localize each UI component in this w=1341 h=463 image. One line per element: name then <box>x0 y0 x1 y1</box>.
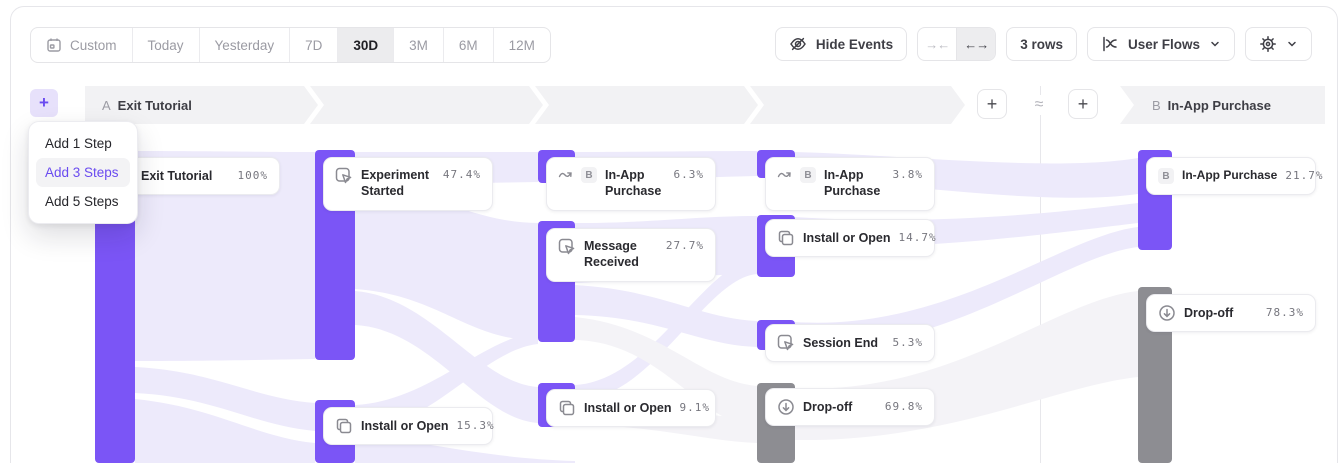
flow-node-card[interactable]: Install or Open 14.7% <box>765 219 935 257</box>
menu-item-add-1-step[interactable]: Add 1 Step <box>36 129 130 158</box>
flow-node-pct: 6.3% <box>674 167 705 184</box>
menu-item-add-3-steps[interactable]: Add 3 Steps <box>36 158 130 187</box>
flow-node-label: Experiment Started <box>361 167 435 200</box>
trend-arrow-icon <box>558 167 573 182</box>
flow-node-label: In-App Purchase <box>605 167 666 200</box>
flow-node-label: Install or Open <box>584 400 672 416</box>
flow-node-card[interactable]: Drop-off 78.3% <box>1146 294 1316 332</box>
flow-node-card[interactable]: Install or Open 9.1% <box>546 389 716 427</box>
flow-node-pct: 9.1% <box>680 400 711 417</box>
menu-item-add-5-steps[interactable]: Add 5 Steps <box>36 187 130 216</box>
flow-node-pct: 14.7% <box>899 230 937 247</box>
flow-node-label: Install or Open <box>803 230 891 246</box>
user-flows-screen: Custom Today Yesterday 7D 30D 3M 6M 12M … <box>0 0 1341 463</box>
flow-node-pct: 47.4% <box>443 167 481 184</box>
flow-node-pct: 69.8% <box>885 399 923 416</box>
flow-node-card[interactable]: B In-App Purchase 21.7% <box>1146 157 1316 195</box>
drop-off-icon <box>1158 304 1176 322</box>
flow-node-card[interactable]: Drop-off 69.8% <box>765 388 935 426</box>
flow-node-label: In-App Purchase <box>824 167 885 200</box>
flow-node-pct: 5.3% <box>893 335 924 352</box>
flow-node-label: Exit Tutorial <box>141 168 212 184</box>
app-windows-icon <box>777 229 795 247</box>
flow-node-pct: 3.8% <box>893 167 924 184</box>
flow-node-label: Drop-off <box>803 399 852 415</box>
add-step-menu: Add 1 Step Add 3 Steps Add 5 Steps <box>28 121 138 224</box>
flow-node-label: In-App Purchase <box>1182 168 1277 184</box>
b-step-badge: B <box>1158 168 1174 184</box>
app-windows-icon <box>558 399 576 417</box>
flow-node-pct: 100% <box>238 168 269 185</box>
b-step-badge: B <box>581 167 597 183</box>
drop-off-icon <box>777 398 795 416</box>
flow-node-card[interactable]: B In-App Purchase 6.3% <box>546 157 716 211</box>
flow-node-card[interactable]: Install or Open 15.3% <box>323 407 493 445</box>
flow-node-card[interactable]: B In-App Purchase 3.8% <box>765 157 935 211</box>
app-windows-icon <box>335 417 353 435</box>
flow-node-pct: 15.3% <box>457 418 495 435</box>
flow-node-card[interactable]: Session End 5.3% <box>765 324 935 362</box>
b-step-badge: B <box>800 167 816 183</box>
trend-arrow-icon <box>777 167 792 182</box>
flow-node-pct: 27.7% <box>666 238 704 255</box>
flow-node-label: Session End <box>803 335 878 351</box>
flow-node-pct: 21.7% <box>1285 168 1323 185</box>
flow-node-card[interactable]: Experiment Started 47.4% <box>323 157 493 211</box>
flow-node-label: Install or Open <box>361 418 449 434</box>
cursor-click-icon <box>777 334 795 352</box>
flow-node-label: Message Received <box>584 238 658 271</box>
flow-node-pct: 78.3% <box>1266 305 1304 322</box>
cursor-click-icon <box>335 167 353 185</box>
flow-node-label: Drop-off <box>1184 305 1233 321</box>
cursor-click-icon <box>558 238 576 256</box>
flow-node-card[interactable]: Message Received 27.7% <box>546 228 716 282</box>
